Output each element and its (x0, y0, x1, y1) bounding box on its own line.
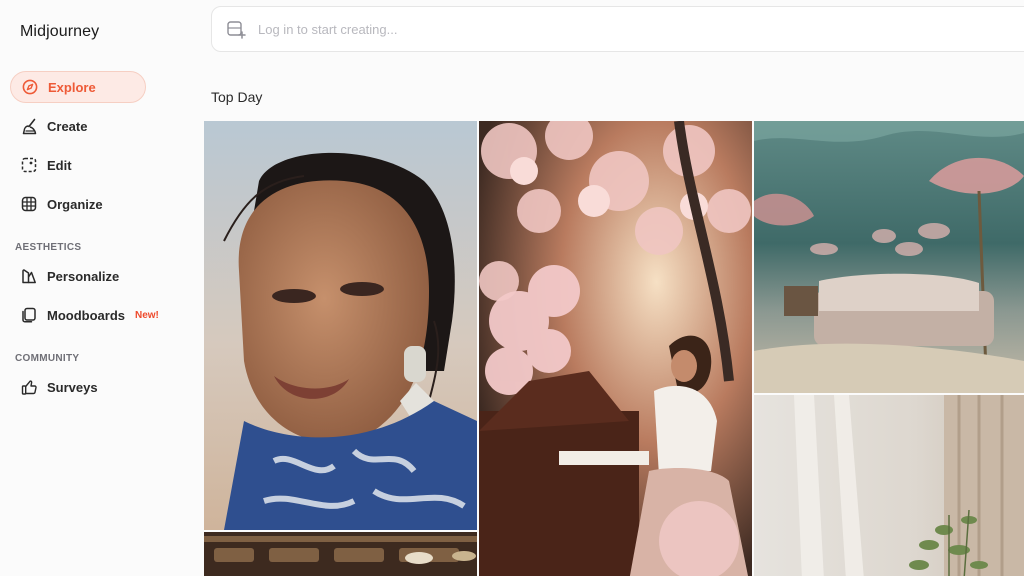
ornate-ceiling-image[interactable] (204, 532, 477, 576)
sidebar: Midjourney Explore Create Edit Organize … (0, 0, 196, 576)
brand-logo[interactable]: Midjourney (20, 23, 99, 41)
brush-icon (20, 117, 38, 135)
sidebar-item-label: Organize (47, 196, 103, 212)
cherry-blossom-piano-image[interactable] (479, 121, 752, 576)
compass-icon (21, 78, 39, 96)
sidebar-item-label: Surveys (47, 379, 98, 395)
section-label-community: COMMUNITY (15, 353, 80, 364)
sidebar-item-label: Edit (47, 157, 72, 173)
underwater-bedroom-image[interactable] (754, 121, 1024, 393)
grid-icon (20, 195, 38, 213)
section-label-aesthetics: AESTHETICS (15, 242, 82, 253)
sunlit-room-curtain-image[interactable] (754, 395, 1024, 576)
sidebar-item-edit[interactable]: Edit (10, 149, 146, 181)
sidebar-item-moodboards[interactable]: Moodboards New! (10, 299, 180, 331)
sidebar-item-create[interactable]: Create (10, 110, 146, 142)
portrait-woman-image[interactable] (204, 121, 477, 530)
prompt-bar[interactable] (211, 6, 1024, 52)
prompt-input[interactable] (258, 21, 758, 37)
new-badge: New! (135, 309, 159, 321)
add-image-icon[interactable] (226, 19, 246, 39)
moodboard-icon (20, 306, 38, 324)
sidebar-item-label: Personalize (47, 268, 120, 284)
edit-frame-icon (20, 156, 38, 174)
thumbs-up-icon (20, 378, 38, 396)
sidebar-item-label: Moodboards (47, 307, 125, 323)
personalize-icon (20, 267, 38, 285)
sidebar-item-label: Create (47, 118, 88, 134)
sidebar-item-surveys[interactable]: Surveys (10, 371, 146, 403)
sidebar-item-personalize[interactable]: Personalize (10, 260, 146, 292)
sidebar-item-organize[interactable]: Organize (10, 188, 146, 220)
sidebar-item-label: Explore (48, 79, 96, 95)
section-title: Top Day (211, 89, 263, 105)
sidebar-item-explore[interactable]: Explore (10, 71, 146, 103)
